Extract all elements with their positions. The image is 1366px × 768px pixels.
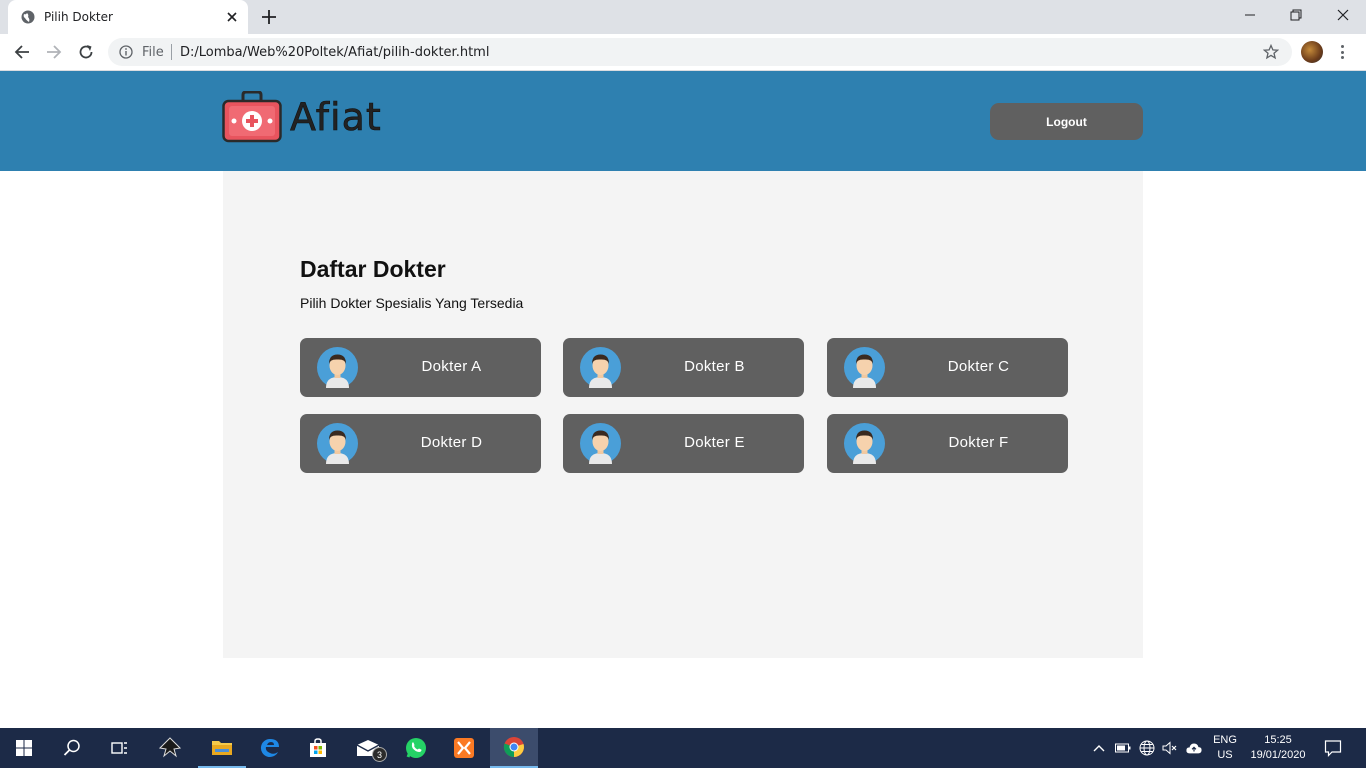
medical-kit-icon [222,91,282,143]
taskbar-app-xampp[interactable] [440,728,488,768]
action-center-button[interactable] [1324,739,1342,757]
taskbar-app-mail[interactable] [344,728,392,768]
brand-name: Afiat [290,95,382,140]
doctor-avatar-icon [317,347,358,388]
edge-icon [260,738,279,757]
doctor-avatar-icon [844,347,885,388]
doctor-avatar-icon [317,423,358,464]
close-tab-icon[interactable] [225,10,239,24]
doctor-card-a[interactable]: Dokter A [300,338,541,397]
speaker-muted-icon [1162,741,1177,755]
folder-icon [212,741,232,755]
scheme-label: File [142,45,164,60]
language-region: US [1217,749,1233,761]
page-title: Daftar Dokter [300,256,446,282]
info-icon[interactable] [119,45,133,59]
notification-icon [1324,740,1342,757]
page-subtitle: Pilih Dokter Spesialis Yang Tersedia [300,295,524,311]
chevron-up-icon [1093,745,1105,752]
doctor-name: Dokter E [684,434,745,451]
taskbar-app-explorer[interactable] [198,728,246,768]
system-clock[interactable]: 15:25 19/01/2020 [1247,733,1309,763]
forward-button[interactable] [44,42,64,62]
input-language[interactable]: ENG US [1212,733,1238,763]
network-indicator[interactable] [1139,740,1155,756]
doctor-card-d[interactable]: Dokter D [300,414,541,473]
tab-title: Pilih Dokter [44,10,113,24]
browser-toolbar: File D:/Lomba/Web%20Poltek/Afiat/pilih-d… [0,34,1366,71]
search-button[interactable] [48,728,96,768]
logout-button[interactable]: Logout [990,103,1143,140]
doctor-name: Dokter D [420,434,483,451]
taskbar-app-store[interactable] [294,728,342,768]
taskbar: 3 ENG US 15:25 19/01/2020 [0,728,1366,768]
task-view-button[interactable] [96,728,144,768]
clock-date: 19/01/2020 [1250,749,1306,761]
chrome-icon [503,737,524,758]
brand-logo[interactable]: Afiat [222,90,382,144]
cloud-upload-icon [1186,743,1202,754]
globe-icon [21,10,35,24]
tab-strip: Pilih Dokter [0,0,1366,34]
doctor-card-b[interactable]: Dokter B [563,338,804,397]
doctor-avatar-icon [580,423,621,464]
taskbar-app-edge[interactable] [246,728,294,768]
minimize-button[interactable] [1227,0,1273,30]
restore-icon [1290,9,1302,21]
bookmark-star-icon[interactable] [1263,44,1279,60]
url-text[interactable]: D:/Lomba/Web%20Poltek/Afiat/pilih-dokter… [180,45,489,60]
arrow-left-icon [14,45,29,59]
close-window-button[interactable] [1320,0,1366,30]
reload-button[interactable] [76,42,96,62]
battery-indicator[interactable] [1115,740,1131,756]
browser-tab[interactable]: Pilih Dokter [8,0,248,34]
windows-logo-icon [16,740,32,756]
doctor-card-f[interactable]: Dokter F [827,414,1068,473]
globe-network-icon [1139,740,1155,756]
search-icon [63,739,80,756]
restore-button[interactable] [1273,0,1319,30]
language-code: ENG [1213,734,1237,746]
browser-menu-icon[interactable] [1337,42,1347,62]
xampp-icon [454,738,474,758]
doctor-name: Dokter B [684,358,745,375]
start-button[interactable] [0,728,48,768]
arrow-right-icon [47,45,62,59]
doctor-avatar-icon [580,347,621,388]
site-header: Afiat Logout [0,71,1366,171]
taskbar-app-chrome[interactable] [490,728,538,768]
show-hidden-icons[interactable] [1091,740,1107,756]
doctor-card-e[interactable]: Dokter E [563,414,804,473]
onedrive-indicator[interactable] [1186,740,1202,756]
doctor-name: Dokter A [421,358,482,375]
taskbar-app-whatsapp[interactable] [392,728,440,768]
clock-time: 15:25 [1264,734,1292,746]
back-button[interactable] [12,42,32,62]
profile-avatar[interactable] [1301,41,1323,63]
doctor-card-c[interactable]: Dokter C [827,338,1068,397]
doctor-avatar-icon [844,423,885,464]
taskbar-app-inkscape[interactable] [146,728,194,768]
address-bar[interactable]: File D:/Lomba/Web%20Poltek/Afiat/pilih-d… [108,38,1292,66]
minimize-icon [1245,14,1255,16]
new-tab-icon[interactable] [260,8,278,26]
doctor-name: Dokter C [947,358,1010,375]
volume-indicator[interactable] [1162,740,1178,756]
close-icon [1337,9,1349,21]
address-divider [171,44,172,60]
battery-icon [1115,743,1131,753]
doctor-list-panel: Daftar Dokter Pilih Dokter Spesialis Yan… [223,171,1143,658]
task-view-icon [111,742,127,754]
inkscape-icon [159,737,181,758]
reload-icon [79,45,93,59]
store-icon [310,738,326,757]
whatsapp-icon [406,738,426,758]
doctor-name: Dokter F [948,434,1009,451]
mail-unread-badge: 3 [372,747,387,762]
